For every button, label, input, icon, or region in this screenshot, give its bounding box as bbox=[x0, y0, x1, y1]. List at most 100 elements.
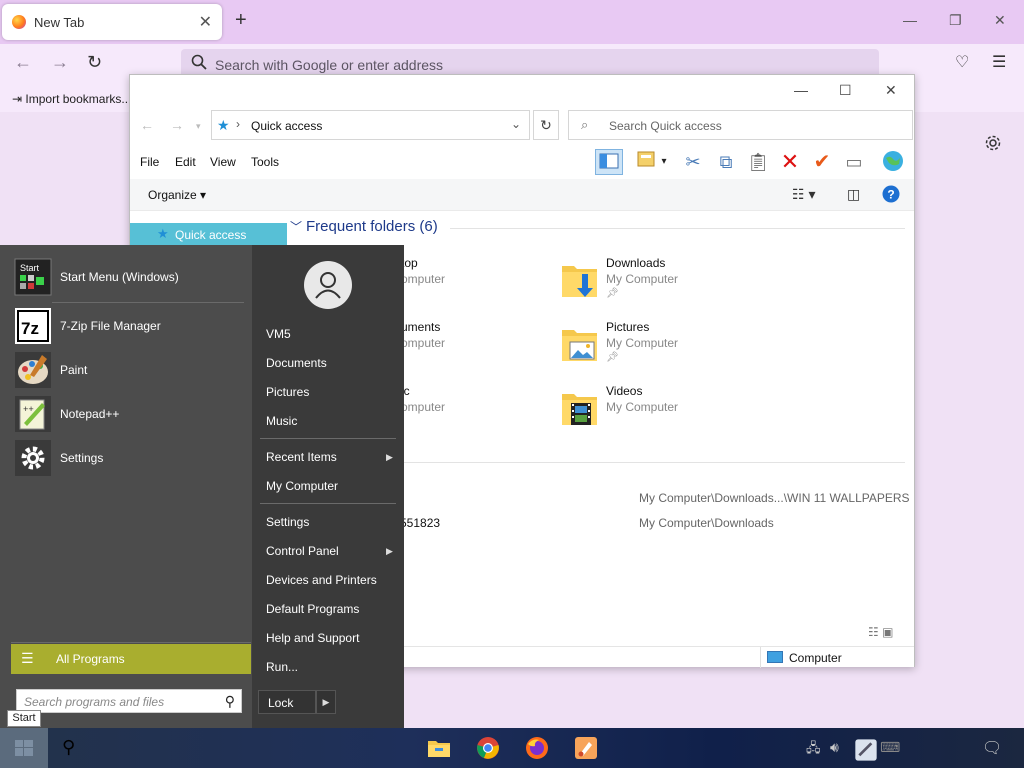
organize-button[interactable]: Organize ▾ bbox=[148, 188, 206, 202]
power-options-arrow[interactable]: ▶ bbox=[316, 690, 336, 714]
search-icon[interactable]: ⚲ bbox=[62, 737, 86, 761]
chevron-right-icon: › bbox=[236, 117, 240, 131]
chrome-icon[interactable] bbox=[476, 736, 500, 760]
gear-icon bbox=[15, 440, 51, 476]
refresh-button[interactable]: ↻ bbox=[533, 110, 559, 140]
back-icon[interactable]: ← bbox=[14, 52, 32, 73]
recent-locations-icon[interactable]: ▾ bbox=[196, 121, 201, 132]
search-programs-input[interactable]: Search programs and files ⚲ bbox=[16, 689, 242, 713]
nav-quick-access-label: Quick access bbox=[175, 228, 247, 242]
restore-icon[interactable]: ❐ bbox=[949, 12, 962, 29]
recent-file-name[interactable]: 551823 bbox=[400, 516, 440, 530]
copy-icon[interactable]: ⧉ bbox=[712, 149, 740, 175]
right-item-music[interactable]: Music bbox=[266, 414, 297, 428]
gear-icon[interactable] bbox=[984, 134, 1002, 152]
help-icon[interactable]: ? bbox=[882, 185, 900, 206]
cut-icon[interactable]: ✂ bbox=[679, 149, 707, 175]
menu-edit[interactable]: Edit bbox=[175, 155, 196, 169]
explorer-menubar: File Edit View Tools ▾ ✂ ⧉ 📋︎ ✕ ✔ ▭ bbox=[130, 143, 914, 179]
right-item-settings[interactable]: Settings bbox=[266, 515, 309, 529]
folder-videos[interactable]: Videos My Computer bbox=[560, 382, 760, 438]
program-label: Paint bbox=[60, 363, 88, 377]
firefox-icon[interactable] bbox=[525, 736, 549, 760]
frequent-folders-header[interactable]: ﹀ Frequent folders (6) bbox=[290, 218, 438, 235]
svg-text:Start: Start bbox=[20, 263, 40, 273]
program-settings[interactable]: Settings bbox=[12, 439, 248, 479]
notification-icon[interactable]: 🗨︎ bbox=[982, 738, 1006, 762]
right-item-pictures[interactable]: Pictures bbox=[266, 385, 309, 399]
volume-icon[interactable]: 🔊︎ bbox=[830, 739, 854, 763]
right-item-my-computer[interactable]: My Computer bbox=[266, 479, 338, 493]
recent-file-path[interactable]: My Computer\Downloads bbox=[639, 516, 774, 530]
minimize-icon[interactable]: — bbox=[903, 12, 917, 28]
menu-icon[interactable]: ☰ bbox=[992, 52, 1006, 72]
folder-pictures[interactable]: Pictures My Computer 📌︎ bbox=[560, 318, 760, 374]
address-box[interactable]: ★ › Quick access ⌄ bbox=[211, 110, 530, 140]
delete-icon[interactable]: ✕ bbox=[776, 149, 804, 175]
recent-file-path[interactable]: My Computer\Downloads...\WIN 11 WALLPAPE… bbox=[639, 491, 910, 505]
close-icon[interactable]: ✕ bbox=[885, 82, 897, 99]
import-icon: ⇥ bbox=[12, 92, 23, 106]
menu-file[interactable]: File bbox=[140, 155, 159, 169]
forward-icon[interactable]: → bbox=[51, 52, 69, 73]
start-button[interactable] bbox=[0, 728, 48, 768]
pocket-icon[interactable]: ♡ bbox=[955, 52, 969, 72]
rename-icon[interactable]: ▭ bbox=[840, 149, 868, 175]
tab-title: New Tab bbox=[34, 15, 85, 30]
folder-downloads[interactable]: Downloads My Computer 📌︎ bbox=[560, 254, 760, 310]
keyboard-icon[interactable]: ⌨︎ bbox=[880, 739, 904, 763]
notepadpp-icon: ++ bbox=[15, 396, 51, 432]
group-divider bbox=[400, 462, 905, 463]
menu-tools[interactable]: Tools bbox=[251, 155, 279, 169]
chevron-down-icon[interactable]: ⌄ bbox=[511, 117, 521, 131]
maximize-icon[interactable]: ☐ bbox=[839, 82, 852, 99]
view-toggle-icons[interactable]: ☷ ▣ bbox=[868, 625, 893, 639]
right-item-default-programs[interactable]: Default Programs bbox=[266, 602, 359, 616]
paint-app-icon[interactable] bbox=[574, 736, 598, 760]
tray-app-icon[interactable] bbox=[854, 738, 878, 762]
checkmark-icon[interactable]: ✔ bbox=[808, 149, 836, 175]
user-avatar[interactable] bbox=[304, 261, 352, 309]
chevron-down-icon[interactable]: ▾ bbox=[657, 149, 671, 175]
right-item-documents[interactable]: Documents bbox=[266, 356, 327, 370]
right-item-help-support[interactable]: Help and Support bbox=[266, 631, 359, 645]
program-label: Notepad++ bbox=[60, 407, 120, 421]
right-item-recent-items[interactable]: Recent Items bbox=[266, 450, 337, 464]
right-item-control-panel[interactable]: Control Panel bbox=[266, 544, 339, 558]
paste-icon[interactable]: 📋︎ bbox=[744, 149, 772, 175]
minimize-icon[interactable]: — bbox=[794, 82, 808, 98]
close-tab-icon[interactable]: ✕ bbox=[199, 12, 212, 32]
view-mode-icon[interactable]: ☷ ▾ bbox=[792, 186, 815, 203]
quick-access-star-icon: ★ bbox=[217, 117, 230, 133]
program-7zip[interactable]: 7z 7-Zip File Manager bbox=[12, 307, 248, 347]
right-item-run[interactable]: Run... bbox=[266, 660, 298, 674]
right-item-vm5[interactable]: VM5 bbox=[266, 327, 291, 341]
taskbar: ⚲ 🖧︎ 🔊︎ ⌨︎ 🗨︎ bbox=[0, 728, 1024, 768]
program-start-menu[interactable]: Start Start Menu (Windows) bbox=[12, 258, 248, 298]
pictures-folder-icon bbox=[562, 330, 597, 361]
globe-icon[interactable] bbox=[879, 149, 907, 175]
search-input[interactable]: ⌕ Search Quick access bbox=[568, 110, 913, 140]
tab-new-tab[interactable]: New Tab ✕ bbox=[2, 4, 222, 40]
preview-pane-icon[interactable] bbox=[595, 149, 623, 175]
menu-view[interactable]: View bbox=[210, 155, 236, 169]
back-icon[interactable]: ← bbox=[140, 117, 154, 133]
windows-icon bbox=[15, 740, 33, 756]
program-notepadpp[interactable]: ++ Notepad++ bbox=[12, 395, 248, 435]
network-icon[interactable]: 🖧︎ bbox=[806, 739, 830, 763]
import-bookmarks-link[interactable]: ⇥ Import bookmarks... bbox=[12, 92, 131, 106]
pin-icon: 📌︎ bbox=[606, 288, 619, 299]
pane-toggle-icon[interactable]: ◫ bbox=[847, 186, 860, 203]
forward-icon[interactable]: → bbox=[170, 117, 184, 133]
lock-button[interactable]: Lock bbox=[258, 690, 316, 714]
reload-icon[interactable]: ↻ bbox=[87, 52, 102, 73]
right-item-devices-printers[interactable]: Devices and Printers bbox=[266, 573, 377, 587]
location-label: Quick access bbox=[251, 119, 323, 133]
nav-quick-access[interactable]: ★ Quick access bbox=[130, 223, 287, 245]
program-paint[interactable]: Paint bbox=[12, 351, 248, 391]
browser-tabstrip: New Tab ✕ + — ❐ ✕ bbox=[0, 0, 1024, 44]
close-window-icon[interactable]: ✕ bbox=[994, 12, 1006, 29]
all-programs-button[interactable]: ☰ All Programs bbox=[11, 644, 251, 674]
file-explorer-icon[interactable] bbox=[427, 736, 451, 760]
new-tab-button[interactable]: + bbox=[235, 9, 247, 32]
